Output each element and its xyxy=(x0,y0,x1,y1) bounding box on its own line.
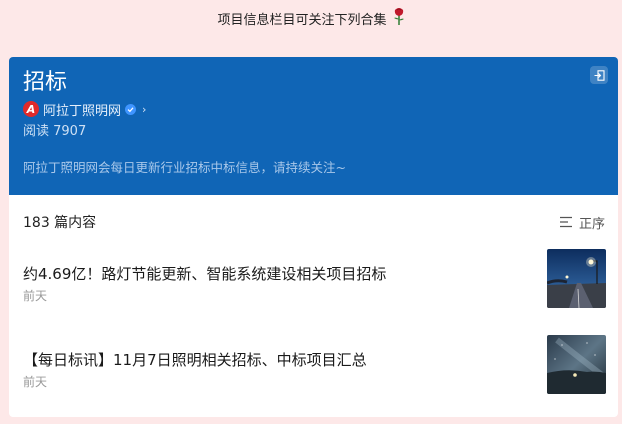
article-title: 【每日标讯】11月7日照明相关招标、中标项目汇总 xyxy=(23,351,367,369)
collection-title: 招标 xyxy=(23,70,68,95)
sort-label: 正序 xyxy=(578,216,605,232)
collection-header: 招标 A 阿拉丁照明网 › 阅读 7907 阿拉丁照明网会每日更新行业招标中标信… xyxy=(9,57,618,195)
account-link[interactable]: A 阿拉丁照明网 › xyxy=(23,99,604,119)
banner-text: 项目信息栏目可关注下列合集 xyxy=(217,12,387,28)
article-time: 前天 xyxy=(23,375,48,389)
account-name: 阿拉丁照明网 xyxy=(43,103,122,119)
verified-icon xyxy=(125,103,137,115)
rose-icon xyxy=(393,7,405,29)
read-count: 阅读 7907 xyxy=(23,124,87,139)
account-logo: A xyxy=(23,101,39,117)
article-count: 183 篇内容 xyxy=(23,215,97,231)
list-header: 183 篇内容 正序 xyxy=(9,195,618,249)
collection-card: 招标 A 阿拉丁照明网 › 阅读 7907 阿拉丁照明网会每日更新行业招标中标信… xyxy=(9,57,618,417)
collection-description: 阿拉丁照明网会每日更新行业招标中标信息，请持续关注~ xyxy=(23,160,346,175)
article-time: 前天 xyxy=(23,289,48,303)
article-thumbnail xyxy=(547,335,606,394)
list-item[interactable]: 约4.69亿！路灯节能更新、智能系统建设相关项目招标 前天 xyxy=(9,249,618,335)
list-item[interactable]: 【每日标讯】11月7日照明相关招标、中标项目汇总 前天 xyxy=(9,335,618,417)
sort-icon xyxy=(559,216,572,228)
article-title: 约4.69亿！路灯节能更新、智能系统建设相关项目招标 xyxy=(23,265,387,283)
chevron-right-icon: › xyxy=(142,102,147,116)
exit-icon[interactable] xyxy=(590,66,608,84)
collection-banner: 项目信息栏目可关注下列合集 xyxy=(0,0,622,36)
article-thumbnail xyxy=(547,249,606,308)
sort-toggle[interactable]: 正序 xyxy=(559,213,605,232)
